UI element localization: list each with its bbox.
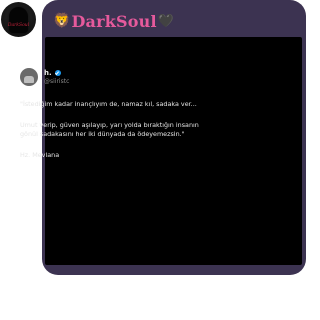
sender-avatar[interactable]: DarkSoul (1, 2, 36, 37)
tweet-body: "İstediğim kadar inançlıyım de, namaz kı… (20, 100, 252, 160)
black-heart-icon: 🖤 (157, 13, 174, 29)
tweet-name-row: h. (44, 69, 69, 77)
sender-name[interactable]: DarkSoul (71, 12, 156, 31)
hooded-figure-icon (9, 7, 28, 33)
tweet-display-name: h. (44, 69, 52, 77)
tweet-line: gönül sadakasını her iki dünyada da ödey… (20, 130, 185, 139)
tweet-avatar (20, 68, 38, 86)
verified-badge-icon (54, 70, 61, 76)
tweet-line: "İstediğim kadar inançlıyım de, namaz kı… (20, 100, 197, 108)
tweet-line: Umut verip, güven aşılayıp, yarı yolda b… (20, 120, 199, 129)
tweet-handle: @siiristc (44, 78, 70, 85)
message-header: 🦁 DarkSoul 🖤 (53, 10, 174, 32)
tweet-header: h. @siiristc (20, 68, 69, 86)
tweet-attribution: Hz. Mevlana (20, 150, 60, 159)
tweet-author: h. @siiristc (44, 69, 69, 85)
chat-screen: DarkSoul 🦁 DarkSoul 🖤 h. @siiristc "İste… (0, 0, 306, 320)
lion-icon: 🦁 (53, 13, 71, 29)
avatar-signature: DarkSoul (7, 23, 30, 28)
